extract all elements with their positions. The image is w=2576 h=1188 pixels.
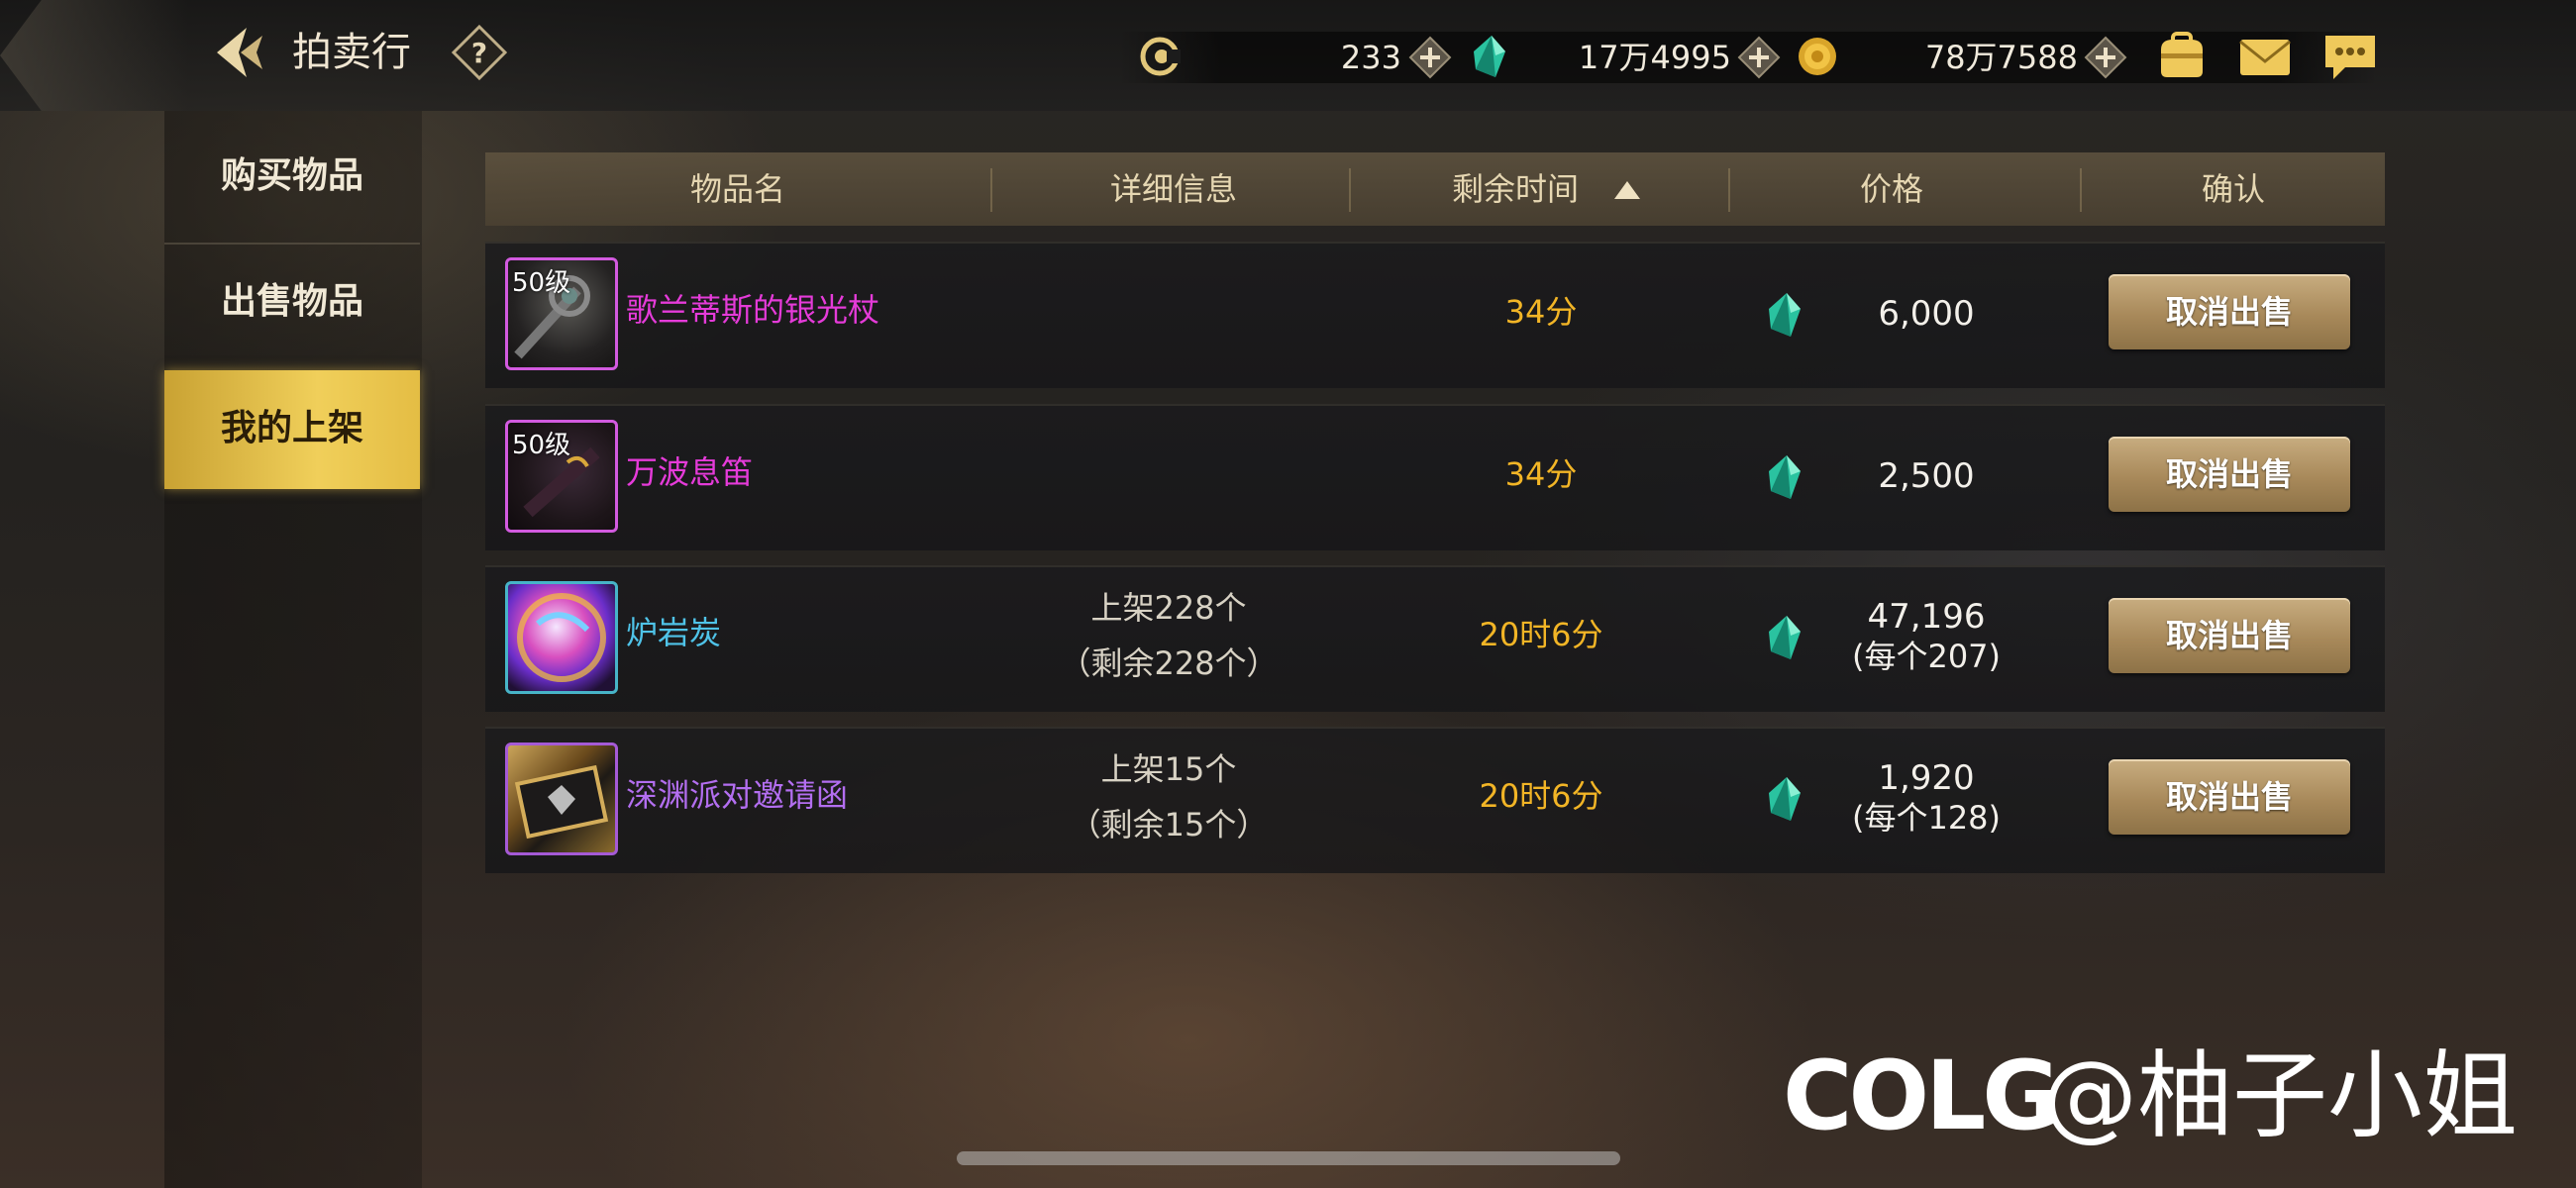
svg-text:?: ?	[471, 37, 487, 69]
green-gem-icon	[1765, 773, 1804, 825]
sidebar-item-buy[interactable]: 购买物品	[164, 117, 420, 236]
green-gem-icon	[1765, 612, 1804, 663]
price-per-unit: (每个207)	[1851, 638, 2002, 675]
remaining-time: 34分	[1504, 293, 1578, 331]
table-row[interactable]	[485, 404, 2385, 550]
sidebar-item-my-listings[interactable]: 我的上架	[164, 370, 420, 489]
question-icon[interactable]: ?	[451, 24, 508, 81]
gold-value: 78万7588	[1924, 39, 2078, 76]
header-detail: 详细信息	[1109, 170, 1237, 208]
price-per-unit: (每个128)	[1851, 799, 2002, 837]
header-confirm: 确认	[2201, 170, 2265, 208]
bag-icon[interactable]	[2153, 30, 2211, 83]
listing-detail-remaining: （剩余228个）	[1059, 644, 1279, 682]
gem-value: 17万4995	[1578, 39, 1731, 76]
sidebar-item-sell[interactable]: 出售物品	[164, 243, 420, 361]
colg-logo: COLG	[1783, 1040, 2060, 1151]
header-divider	[1728, 168, 1730, 212]
table-row[interactable]	[485, 565, 2385, 712]
add-gem-button[interactable]	[1737, 36, 1781, 79]
price-value: 1,920	[1878, 758, 1975, 798]
item-icon-lava-coal[interactable]	[505, 581, 618, 694]
price-value: 47,196	[1867, 597, 1986, 637]
mail-icon[interactable]	[2236, 30, 2294, 83]
price-value: 2,500	[1878, 456, 1975, 496]
item-name: 炉岩炭	[626, 614, 722, 651]
remaining-time: 34分	[1504, 455, 1578, 493]
item-icon-flute[interactable]: 50级	[505, 420, 618, 533]
green-gem-icon	[1765, 289, 1804, 341]
cancel-sale-button[interactable]: 取消出售	[2109, 759, 2350, 835]
page-title: 拍卖行	[292, 30, 411, 75]
remaining-time: 20时6分	[1479, 777, 1603, 815]
item-name: 万波息笛	[626, 453, 754, 491]
header-remaining-time[interactable]: 剩余时间	[1406, 152, 1624, 226]
item-name: 深渊派对邀请函	[626, 776, 849, 814]
add-coin-button[interactable]	[1408, 36, 1452, 79]
green-gem-icon	[1765, 451, 1804, 503]
header-divider	[990, 168, 992, 212]
item-level-tag: 50级	[512, 431, 571, 460]
price-value: 6,000	[1878, 294, 1975, 334]
gold-coin-icon	[1795, 30, 1840, 83]
cancel-sale-button[interactable]: 取消出售	[2109, 274, 2350, 349]
cancel-sale-button[interactable]: 取消出售	[2109, 598, 2350, 673]
sort-ascending-icon[interactable]	[1614, 181, 1640, 199]
item-level-tag: 50级	[512, 268, 571, 298]
cancel-sale-button[interactable]: 取消出售	[2109, 437, 2350, 512]
header-item-name[interactable]: 物品名	[594, 152, 881, 226]
item-name: 歌兰蒂斯的银光杖	[626, 291, 880, 329]
home-indicator[interactable]	[957, 1151, 1620, 1165]
chat-icon[interactable]	[2321, 30, 2379, 83]
coin-c-icon	[1137, 30, 1183, 83]
header-divider	[2080, 168, 2082, 212]
listing-detail-remaining: （剩余15个）	[1069, 806, 1269, 843]
listing-detail-count: 上架15个	[1100, 750, 1237, 788]
back-arrow-icon[interactable]	[203, 18, 272, 87]
header-divider	[1349, 168, 1351, 212]
listing-detail-count: 上架228个	[1090, 589, 1247, 627]
item-icon-silver-staff[interactable]: 50级	[505, 257, 618, 370]
remaining-time: 20时6分	[1479, 616, 1603, 653]
watermark-user: @柚子小姐	[2042, 1040, 2518, 1151]
green-gem-icon	[1466, 30, 1511, 83]
add-gold-button[interactable]	[2084, 36, 2127, 79]
header-price[interactable]: 价格	[1783, 152, 2001, 226]
coin-value: 233	[1340, 39, 1401, 76]
item-icon-invitation[interactable]	[505, 742, 618, 855]
